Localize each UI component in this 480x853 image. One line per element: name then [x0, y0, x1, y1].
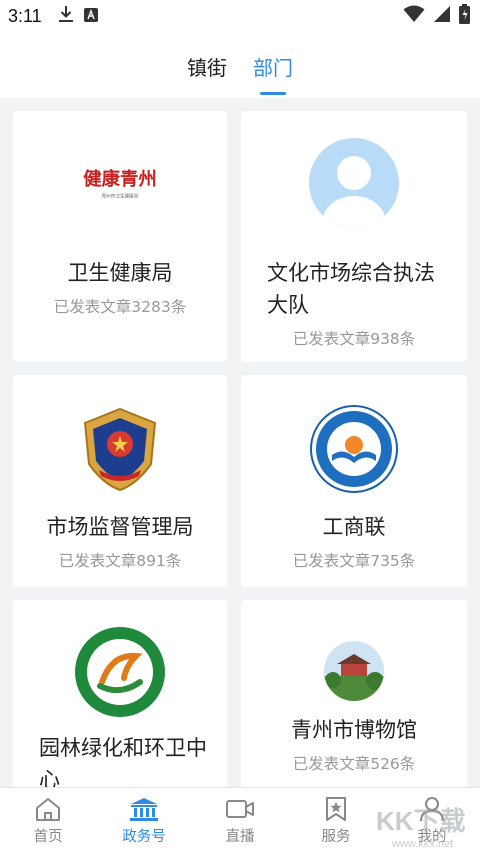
- department-card[interactable]: 健康青州 青州市卫生健康局 卫生健康局 已发表文章3283条: [13, 111, 227, 362]
- status-bar: 3:11: [0, 0, 480, 32]
- star-bookmark-icon: [326, 797, 346, 821]
- nav-government-label: 政务号: [122, 829, 166, 845]
- department-grid: 健康青州 青州市卫生健康局 卫生健康局 已发表文章3283条 文化市场综合执法大…: [13, 111, 467, 800]
- article-count: 已发表文章891条: [58, 552, 182, 570]
- department-name: 工商联: [322, 515, 386, 539]
- article-count: 已发表文章938条: [292, 330, 416, 348]
- default-avatar-icon: [308, 137, 400, 229]
- wifi-icon: [403, 5, 425, 27]
- department-card[interactable]: 文化市场综合执法大队 已发表文章938条: [241, 111, 467, 362]
- department-name: 文化市场综合执法大队: [267, 261, 435, 317]
- museum-photo: [323, 640, 385, 702]
- bottom-navigation: 首页 政务号 直播 服务 我的: [0, 787, 480, 853]
- article-count: 已发表文章526条: [292, 755, 416, 773]
- government-building-icon: [130, 798, 158, 821]
- video-camera-icon: [226, 800, 254, 818]
- federation-emblem: [308, 403, 400, 495]
- nav-home[interactable]: 首页: [0, 788, 96, 853]
- article-count: 已发表文章3283条: [53, 298, 187, 316]
- health-bureau-logo: 健康青州 青州市卫生健康局: [74, 137, 166, 229]
- tab-departments[interactable]: 部门: [253, 52, 293, 92]
- download-icon: [58, 5, 74, 27]
- home-icon: [36, 798, 60, 821]
- user-icon: [420, 797, 444, 822]
- nav-home-label: 首页: [33, 829, 63, 845]
- department-card[interactable]: 工商联 已发表文章735条: [241, 375, 467, 587]
- svg-text:青州市卫生健康局: 青州市卫生健康局: [102, 193, 139, 200]
- notification-app-icon: [83, 7, 98, 26]
- department-card[interactable]: 园林绿化和环卫中心: [13, 600, 227, 800]
- tab-towns[interactable]: 镇街: [187, 52, 227, 92]
- article-count: 已发表文章735条: [292, 552, 416, 570]
- status-time: 3:11: [8, 5, 42, 26]
- market-supervision-emblem: [74, 403, 166, 495]
- svg-text:健康青州: 健康青州: [83, 168, 157, 190]
- nav-profile[interactable]: 我的: [384, 788, 480, 853]
- nav-government-accounts[interactable]: 政务号: [96, 788, 192, 853]
- department-name: 青州市博物馆: [291, 718, 417, 742]
- nav-services[interactable]: 服务: [288, 788, 384, 853]
- department-name: 市场监督管理局: [46, 515, 194, 539]
- department-name: 卫生健康局: [67, 261, 173, 285]
- department-card[interactable]: 青州市博物馆 已发表文章526条: [241, 600, 467, 800]
- nav-services-label: 服务: [321, 829, 351, 845]
- category-tabs: 镇街 部门: [0, 32, 480, 98]
- landscaping-center-logo: [74, 626, 166, 718]
- department-card[interactable]: 市场监督管理局 已发表文章891条: [13, 375, 227, 587]
- nav-live[interactable]: 直播: [192, 788, 288, 853]
- nav-profile-label: 我的: [417, 829, 447, 845]
- nav-live-label: 直播: [225, 829, 255, 845]
- signal-icon: [433, 5, 451, 27]
- battery-icon: [459, 4, 470, 28]
